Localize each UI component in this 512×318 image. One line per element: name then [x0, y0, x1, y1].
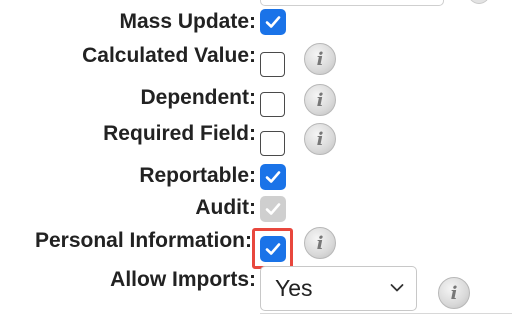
checkmark-icon [265, 203, 281, 215]
mass-update-label: Mass Update: [119, 10, 256, 33]
allow-imports-value: Yes [275, 275, 313, 301]
dependent-info-icon[interactable]: i [304, 84, 336, 116]
reportable-checkbox[interactable] [260, 164, 286, 190]
required-field-info-icon[interactable]: i [304, 123, 336, 155]
calculated-value-info-icon[interactable]: i [304, 43, 336, 75]
dependent-label: Dependent: [140, 86, 257, 109]
audit-checkbox [260, 196, 286, 222]
chevron-down-icon [390, 284, 404, 292]
personal-information-checkbox[interactable] [260, 236, 286, 262]
reportable-label: Reportable: [139, 164, 256, 187]
calculated-value-checkbox[interactable] [260, 52, 285, 77]
allow-imports-info-icon[interactable]: i [438, 277, 470, 309]
calculated-value-label: Calculated Value: [82, 44, 256, 67]
checkmark-icon [265, 171, 281, 183]
truncated-input-field[interactable] [260, 0, 444, 6]
required-field-checkbox[interactable] [260, 131, 285, 156]
dependent-checkbox[interactable] [260, 92, 285, 117]
audit-label: Audit: [195, 196, 256, 219]
checkmark-icon [265, 16, 281, 28]
checkmark-icon [265, 243, 281, 255]
info-icon[interactable] [468, 0, 490, 4]
personal-information-label: Personal Information: [34, 229, 252, 252]
next-field-edge [260, 313, 512, 318]
allow-imports-label: Allow Imports: [110, 268, 256, 291]
allow-imports-select[interactable]: Yes [260, 266, 417, 311]
personal-information-info-icon[interactable]: i [304, 227, 336, 259]
mass-update-checkbox[interactable] [260, 9, 286, 35]
required-field-label: Required Field: [103, 122, 256, 145]
